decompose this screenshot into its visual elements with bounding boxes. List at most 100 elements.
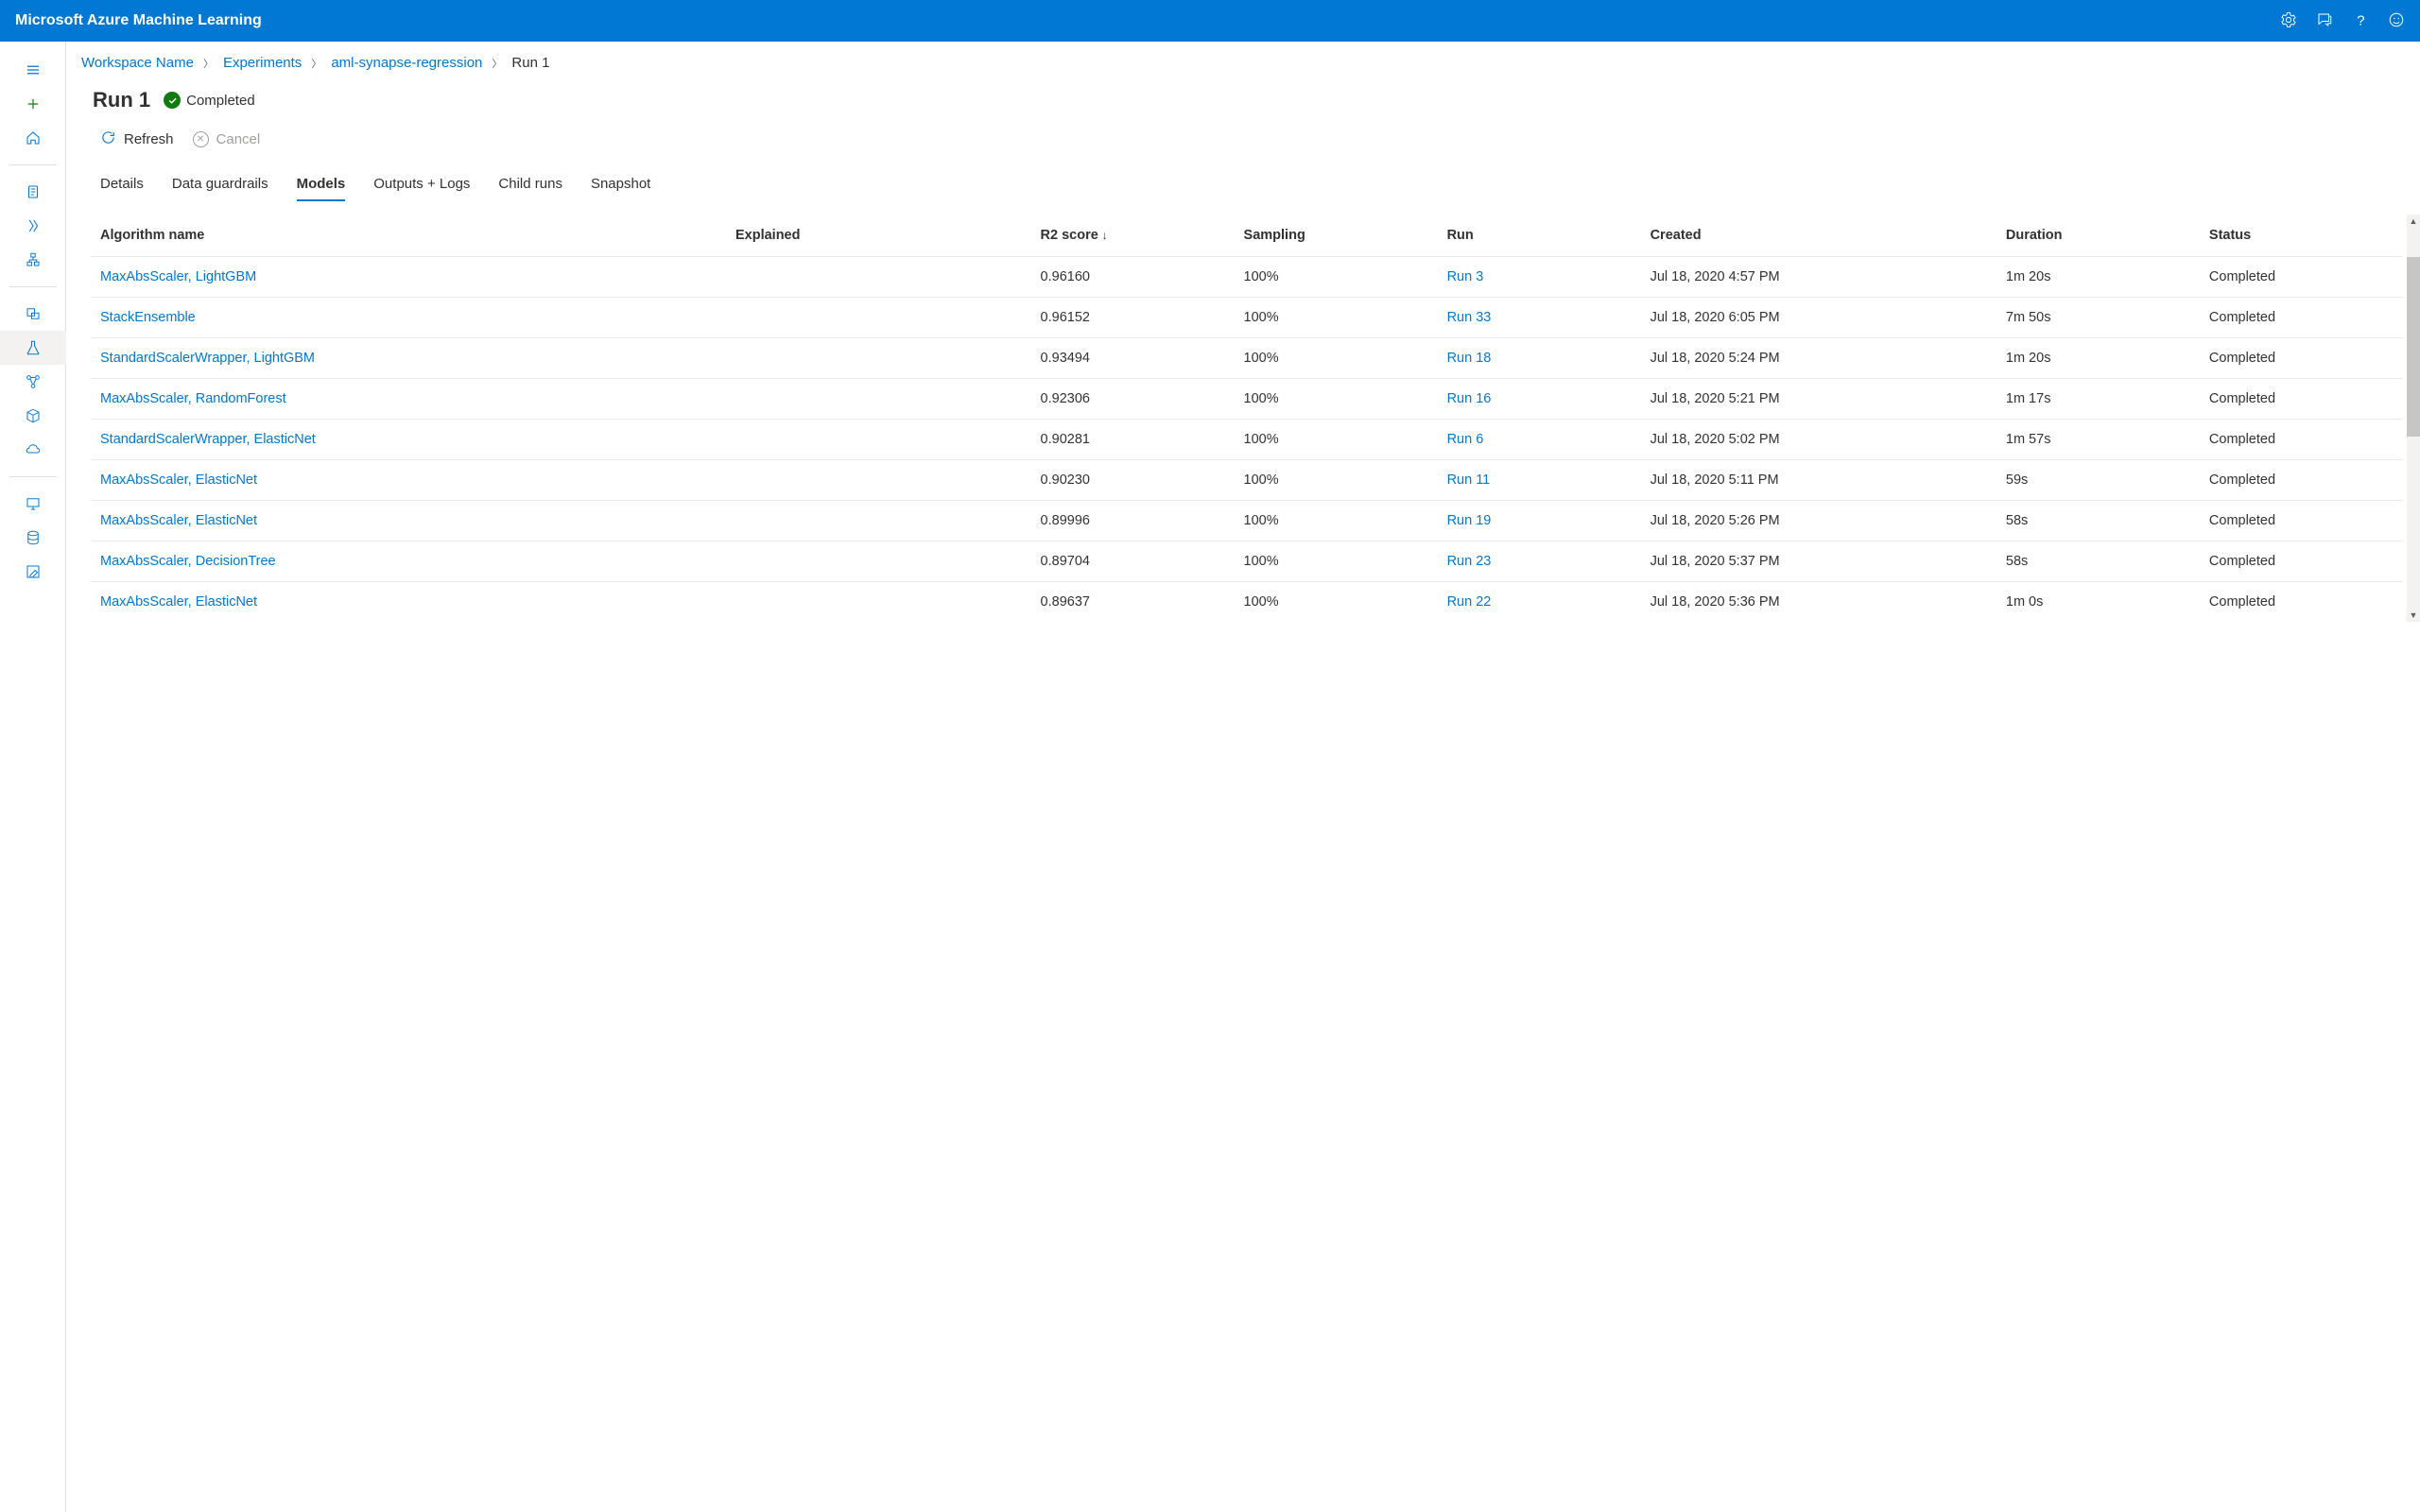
table-row[interactable]: MaxAbsScaler, ElasticNet0.89996100%Run 1… [91,501,2403,541]
models-icon[interactable] [0,399,66,433]
cell-run[interactable]: Run 22 [1438,582,1641,623]
cell-run[interactable]: Run 19 [1438,501,1641,541]
table-row[interactable]: MaxAbsScaler, RandomForest 0.92306100%Run… [91,379,2403,420]
table-row[interactable]: MaxAbsScaler, ElasticNet0.89637100%Run 2… [91,582,2403,623]
cancel-button: ✕ Cancel [193,131,261,147]
cell-run[interactable]: Run 33 [1438,298,1641,338]
notebooks-icon[interactable] [0,175,66,209]
smiley-icon[interactable] [2388,11,2405,31]
col-status[interactable]: Status [2200,215,2403,257]
tab-models[interactable]: Models [297,170,346,201]
cell-sampling: 100% [1235,338,1438,379]
cell-run[interactable]: Run 6 [1438,420,1641,460]
cell-status: Completed [2200,582,2403,623]
cell-algorithm[interactable]: StackEnsemble [91,298,726,338]
cell-duration: 1m 20s [1996,338,2200,379]
help-icon[interactable]: ? [2352,11,2369,31]
automl-icon[interactable] [0,209,66,243]
refresh-label: Refresh [124,131,174,147]
cell-r2: 0.92306 [1031,379,1235,420]
cell-explained [726,582,1031,623]
cell-r2: 0.93494 [1031,338,1235,379]
cell-status: Completed [2200,501,2403,541]
cell-run[interactable]: Run 18 [1438,338,1641,379]
labeling-icon[interactable] [0,555,66,589]
tab-outputs-logs[interactable]: Outputs + Logs [373,170,470,201]
cell-duration: 1m 57s [1996,420,2200,460]
tab-snapshot[interactable]: Snapshot [591,170,650,201]
breadcrumb-experiments[interactable]: Experiments [223,55,302,71]
col-run[interactable]: Run [1438,215,1641,257]
cell-run[interactable]: Run 3 [1438,257,1641,298]
pipelines-icon[interactable] [0,365,66,399]
col-sampling[interactable]: Sampling [1235,215,1438,257]
tab-details[interactable]: Details [100,170,144,201]
cell-r2: 0.89704 [1031,541,1235,582]
scroll-thumb[interactable] [2407,257,2420,437]
cell-run[interactable]: Run 23 [1438,541,1641,582]
refresh-button[interactable]: Refresh [100,129,174,149]
cell-created: Jul 18, 2020 5:24 PM [1641,338,1996,379]
tab-data-guardrails[interactable]: Data guardrails [172,170,268,201]
top-bar: Microsoft Azure Machine Learning ? [0,0,2420,42]
cell-algorithm[interactable]: MaxAbsScaler, DecisionTree [91,541,726,582]
table-row[interactable]: StandardScalerWrapper, ElasticNet 0.90281… [91,420,2403,460]
datastores-icon[interactable] [0,521,66,555]
col-r2-score[interactable]: R2 score↓ [1031,215,1235,257]
cell-status: Completed [2200,379,2403,420]
col-duration[interactable]: Duration [1996,215,2200,257]
cell-algorithm[interactable]: MaxAbsScaler, LightGBM [91,257,726,298]
scroll-up-icon[interactable]: ▲ [2407,215,2420,228]
col-explained[interactable]: Explained [726,215,1031,257]
app-title: Microsoft Azure Machine Learning [15,12,262,29]
endpoints-icon[interactable] [0,433,66,467]
breadcrumb-experiment-name[interactable]: aml-synapse-regression [331,55,482,71]
cell-algorithm[interactable]: MaxAbsScaler, RandomForest [91,379,726,420]
feedback-icon[interactable] [2316,11,2333,31]
table-row[interactable]: MaxAbsScaler, LightGBM0.96160100%Run 3Ju… [91,257,2403,298]
scroll-down-icon[interactable]: ▼ [2407,609,2420,622]
home-icon[interactable] [0,121,66,155]
cell-created: Jul 18, 2020 6:05 PM [1641,298,1996,338]
cell-explained [726,420,1031,460]
cell-algorithm[interactable]: MaxAbsScaler, ElasticNet [91,501,726,541]
cell-algorithm[interactable]: StandardScalerWrapper, ElasticNet [91,420,726,460]
cell-explained [726,257,1031,298]
compute-icon[interactable] [0,487,66,521]
experiments-icon[interactable] [0,331,66,365]
cell-created: Jul 18, 2020 5:11 PM [1641,460,1996,501]
cell-run[interactable]: Run 11 [1438,460,1641,501]
table-row[interactable]: MaxAbsScaler, ElasticNet0.90230100%Run 1… [91,460,2403,501]
col-algorithm-name[interactable]: Algorithm name [91,215,726,257]
cell-sampling: 100% [1235,257,1438,298]
status-badge: Completed [164,92,255,109]
breadcrumb: Workspace Name〉 Experiments 〉 aml-synaps… [74,42,2420,78]
cell-run[interactable]: Run 16 [1438,379,1641,420]
cell-sampling: 100% [1235,582,1438,623]
cell-algorithm[interactable]: StandardScalerWrapper, LightGBM [91,338,726,379]
menu-toggle-icon[interactable] [0,53,66,87]
add-new-icon[interactable] [0,87,66,121]
cell-algorithm[interactable]: MaxAbsScaler, ElasticNet [91,582,726,623]
col-created[interactable]: Created [1641,215,1996,257]
cell-created: Jul 18, 2020 5:26 PM [1641,501,1996,541]
cell-r2: 0.90281 [1031,420,1235,460]
designer-icon[interactable] [0,243,66,277]
datasets-icon[interactable] [0,297,66,331]
table-row[interactable]: MaxAbsScaler, DecisionTree0.89704100%Run… [91,541,2403,582]
settings-icon[interactable] [2280,11,2297,31]
tab-child-runs[interactable]: Child runs [498,170,562,201]
cell-created: Jul 18, 2020 5:37 PM [1641,541,1996,582]
cell-algorithm[interactable]: MaxAbsScaler, ElasticNet [91,460,726,501]
cell-explained [726,298,1031,338]
cell-sampling: 100% [1235,379,1438,420]
table-row[interactable]: StackEnsemble0.96152100%Run 33Jul 18, 20… [91,298,2403,338]
table-row[interactable]: StandardScalerWrapper, LightGBM 0.9349410… [91,338,2403,379]
cell-sampling: 100% [1235,420,1438,460]
tabs: Details Data guardrails Models Outputs +… [74,161,2420,201]
scrollbar[interactable]: ▲ ▼ [2407,215,2420,622]
left-sidebar [0,42,66,1512]
cell-status: Completed [2200,541,2403,582]
chevron-right-icon: 〉 [492,56,502,71]
breadcrumb-workspace[interactable]: Workspace Name [81,55,194,71]
